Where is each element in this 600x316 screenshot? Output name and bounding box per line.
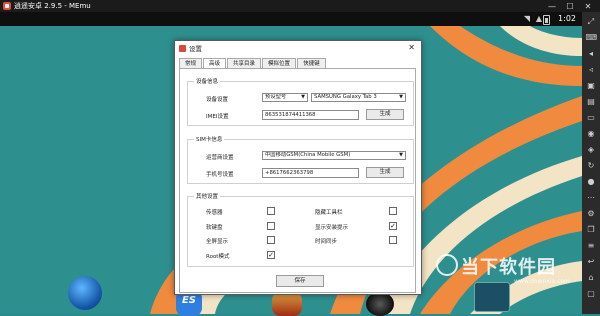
more-icon[interactable]: ⋯ [586,192,597,203]
tab-shared-folder[interactable]: 共享目录 [227,58,262,68]
browser-app-icon[interactable] [68,276,102,310]
watermark-url: www.downxia.com [514,278,570,285]
shake-icon[interactable]: ◈ [586,144,597,155]
device-mode-select[interactable]: 预设型号 ▼ [262,93,308,102]
close-window-button[interactable]: ✕ [580,0,596,12]
chevron-down-icon: ▼ [399,94,403,100]
minimize-button[interactable]: — [544,0,560,12]
signal-icon: ▲ [535,14,542,23]
chevron-down-icon: ▼ [301,94,305,100]
install-prompt-label: 显示安装提示 [315,225,349,231]
location-icon[interactable]: ◉ [586,128,597,139]
save-button[interactable]: 保存 [276,275,324,287]
device-mode-value: 预设型号 [265,94,287,100]
back-icon[interactable]: ↩ [586,256,597,267]
menu-icon[interactable]: ≡ [586,240,597,251]
emulator-side-toolbar: ⤢ ⌨ ◂ ◃ ▣ ▤ ▭ ◉ ◈ ↻ ● ⋯ ⚙ ❐ ≡ ↩ ⌂ ▢ [582,12,600,314]
dialog-close-button[interactable]: ✕ [408,43,415,52]
hide-toolbar-label: 隐藏工具栏 [315,210,343,216]
memu-logo-icon [3,2,11,10]
carrier-value: 中国移动GSM(China Mobile GSM) [265,152,351,158]
root-mode-label: Root模式 [206,254,230,260]
recent-apps-icon[interactable]: ▢ [586,288,597,299]
sim-info-title: SIM卡信息 [194,135,225,143]
status-clock: 1:02 [558,14,576,23]
device-model-select[interactable]: SAMSUNG Galaxy Tab 3 ▼ [311,93,406,102]
volume-down-icon[interactable]: ◃ [586,64,597,75]
hide-toolbar-checkbox[interactable] [389,207,397,215]
time-sync-label: 时间同步 [315,239,338,245]
volume-up-icon[interactable]: ◂ [586,48,597,59]
home-icon[interactable]: ⌂ [586,272,597,283]
advanced-panel: 设备信息 设备设置 预设型号 ▼ SAMSUNG Galaxy Tab 3 ▼ IM… [179,68,416,293]
dialog-title: 设置 [189,45,202,53]
soft-keyboard-label: 软键盘 [206,225,223,231]
window-title-bar: 逍遥安卓 2.9.5 - MEmu — ☐ ✕ [0,0,600,12]
keyboard-icon[interactable]: ⌨ [586,32,598,43]
time-sync-checkbox[interactable] [389,236,397,244]
other-settings-title: 其他设置 [194,192,221,200]
record-icon[interactable]: ● [586,176,597,187]
phone-label: 手机号设置 [206,172,234,178]
root-mode-checkbox[interactable]: ✓ [267,251,275,259]
fullscreen-icon[interactable]: ⤢ [586,16,597,27]
fullscreen-label: 全屏显示 [206,239,229,245]
device-model-value: SAMSUNG Galaxy Tab 3 [314,94,377,100]
imei-input[interactable]: 863531874411368 [262,110,359,120]
chevron-down-icon: ▼ [399,152,403,158]
carrier-label: 运营商设置 [206,155,234,161]
settings-icon[interactable]: ⚙ [586,208,597,219]
android-status-bar: ◥ ▲ 1:02 [0,12,582,26]
dialog-app-icon [179,44,186,52]
tab-general[interactable]: 常规 [179,58,203,68]
camera-app-icon[interactable] [366,292,394,316]
sensor-label: 传感器 [206,210,223,216]
window-title: 逍遥安卓 2.9.5 - MEmu [14,2,91,10]
device-setting-label: 设备设置 [206,97,229,103]
imei-label: IMEI设置 [206,114,229,120]
sensor-checkbox[interactable] [267,207,275,215]
game-app-icon[interactable] [272,292,302,316]
apk-install-icon[interactable]: ▤ [586,96,597,107]
screenshot-icon[interactable]: ▣ [586,80,597,91]
tab-shortcuts[interactable]: 快捷键 [297,58,326,68]
maximize-button[interactable]: ☐ [562,0,578,12]
install-prompt-checkbox[interactable]: ✓ [389,222,397,230]
generate-imei-button[interactable]: 生成 [366,109,404,120]
battery-icon [543,15,550,25]
tab-mock-location[interactable]: 模拟位置 [262,58,297,68]
dialog-title-bar: 设置 ✕ [175,41,421,55]
watermark-logo-icon [436,254,458,276]
generate-phone-button[interactable]: 生成 [366,167,404,178]
settings-app-icon[interactable] [474,282,510,312]
phone-input[interactable]: +8617662363798 [262,168,359,178]
multi-instance-icon[interactable]: ❐ [586,224,597,235]
carrier-select[interactable]: 中国移动GSM(China Mobile GSM) ▼ [262,151,406,160]
wifi-icon: ◥ [523,14,530,23]
device-info-title: 设备信息 [194,77,221,85]
rotate-icon[interactable]: ↻ [586,160,597,171]
watermark-text: 当下软件园 [461,257,556,278]
soft-keyboard-checkbox[interactable] [267,222,275,230]
fullscreen-checkbox[interactable] [267,236,275,244]
settings-dialog: 设置 ✕ 常规 高级 共享目录 模拟位置 快捷键 设备信息 设备设置 预设型号 ▼… [174,40,422,295]
share-folder-icon[interactable]: ▭ [586,112,597,123]
